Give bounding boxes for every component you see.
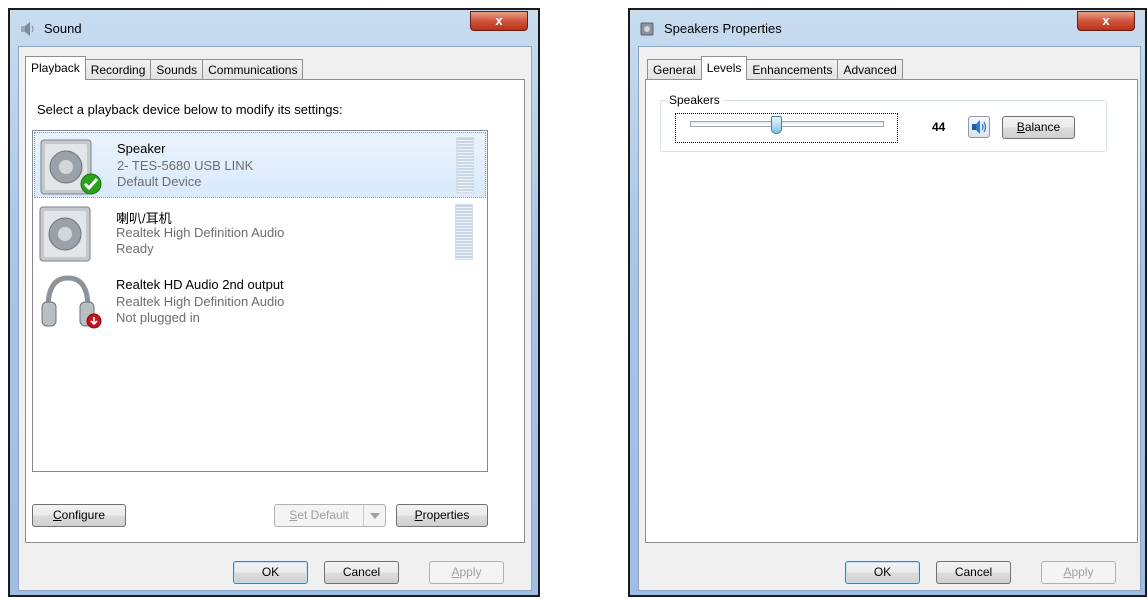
props-titlebar[interactable]: Speakers Properties x <box>630 10 1145 46</box>
sound-close-button[interactable]: x <box>470 11 528 31</box>
tab-communications[interactable]: Communications <box>202 59 304 80</box>
speaker-app-icon <box>640 22 654 36</box>
sound-titlebar[interactable]: Sound x <box>10 10 538 46</box>
device-realtek-2nd-output[interactable]: Realtek HD Audio 2nd output Realtek High… <box>34 269 486 335</box>
props-apply-button[interactable]: Apply <box>1041 561 1116 584</box>
tab-levels[interactable]: Levels <box>700 56 748 80</box>
speakers-properties-dialog: Speakers Properties x General Levels Enh… <box>628 8 1147 597</box>
device-driver: 2- TES-5680 USB LINK <box>117 158 254 173</box>
default-device-check-icon <box>80 173 102 195</box>
slider-thumb[interactable] <box>770 116 782 134</box>
device-name: Speaker <box>117 141 166 156</box>
sound-client: Playback Recording Sounds Communications… <box>18 46 532 591</box>
tab-general[interactable]: General <box>647 59 702 80</box>
slider-track <box>690 121 884 127</box>
sound-title: Sound <box>44 21 82 36</box>
device-speaker[interactable]: Speaker 2- TES-5680 USB LINK Default Dev… <box>34 132 486 198</box>
volume-slider[interactable] <box>675 113 898 143</box>
set-default-button[interactable]: Set Default <box>274 504 386 527</box>
device-name: Realtek HD Audio 2nd output <box>116 277 284 292</box>
configure-button[interactable]: Configure <box>32 504 126 527</box>
device-headphones-speaker[interactable]: 喇叭/耳机 Realtek High Definition Audio Read… <box>34 200 486 266</box>
tab-advanced[interactable]: Advanced <box>837 59 903 80</box>
tab-sounds[interactable]: Sounds <box>150 59 204 80</box>
balance-button[interactable]: Balance <box>1002 116 1075 139</box>
level-value: 44 <box>932 120 946 134</box>
playback-prompt: Select a playback device below to modify… <box>37 102 343 117</box>
tab-playback[interactable]: Playback <box>25 56 86 80</box>
mute-button[interactable] <box>968 116 990 138</box>
speaker-device-icon <box>39 206 91 262</box>
level-meter <box>455 204 473 260</box>
sound-cancel-button[interactable]: Cancel <box>324 561 399 584</box>
sound-apply-button[interactable]: Apply <box>429 561 504 584</box>
sound-tabs: Playback Recording Sounds Communications <box>25 56 304 80</box>
device-list[interactable]: Speaker 2- TES-5680 USB LINK Default Dev… <box>32 130 488 472</box>
unplugged-icon <box>86 313 102 329</box>
levels-panel: Speakers 44 Balance <box>645 79 1138 543</box>
speaker-volume-icon <box>972 120 987 134</box>
sound-ok-button[interactable]: OK <box>233 561 308 584</box>
device-status: Default Device <box>117 174 202 189</box>
props-title: Speakers Properties <box>664 21 782 36</box>
device-status: Not plugged in <box>116 310 200 325</box>
sound-dialog: Sound x Playback Recording Sounds Commun… <box>8 8 540 597</box>
props-cancel-button[interactable]: Cancel <box>936 561 1011 584</box>
properties-button[interactable]: Properties <box>396 504 488 527</box>
props-ok-button[interactable]: OK <box>845 561 920 584</box>
props-tabs: General Levels Enhancements Advanced <box>647 56 903 80</box>
props-client: General Levels Enhancements Advanced Spe… <box>638 46 1141 591</box>
playback-panel: Select a playback device below to modify… <box>25 79 525 543</box>
level-meter <box>456 137 474 193</box>
device-driver: Realtek High Definition Audio <box>116 294 285 309</box>
set-default-dropdown[interactable] <box>363 505 385 526</box>
tab-recording[interactable]: Recording <box>84 59 152 80</box>
speakers-group-label: Speakers <box>666 93 723 107</box>
device-status: Ready <box>116 241 154 256</box>
device-driver: Realtek High Definition Audio <box>116 225 285 240</box>
tab-enhancements[interactable]: Enhancements <box>746 59 839 80</box>
chevron-down-icon <box>370 513 380 519</box>
speaker-app-icon <box>21 22 34 36</box>
props-close-button[interactable]: x <box>1077 11 1135 31</box>
